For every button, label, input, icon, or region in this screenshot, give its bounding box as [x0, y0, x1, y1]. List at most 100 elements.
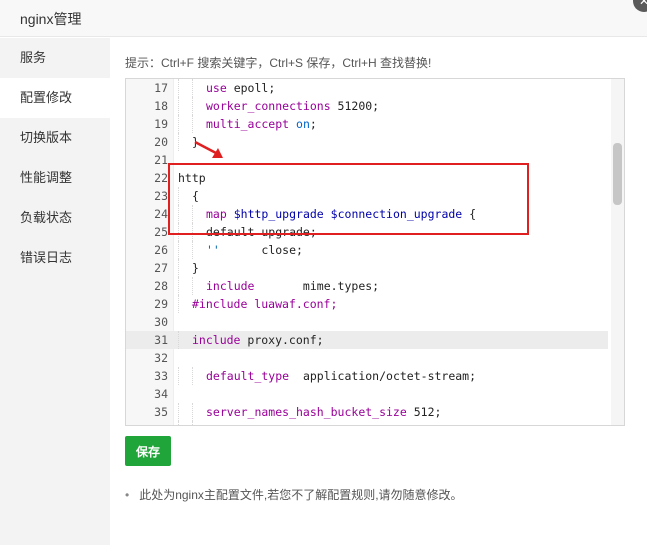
code-line[interactable]: 33 default_type application/octet-stream;: [126, 367, 608, 385]
code-line[interactable]: 36 client_header_buffer_size 32k;: [126, 421, 608, 425]
code-token: multi_accept: [206, 117, 290, 131]
line-number: 19: [154, 117, 168, 131]
line-number: 32: [154, 351, 168, 365]
editor-scrollbar[interactable]: [611, 79, 624, 425]
code-token: include: [206, 279, 255, 293]
line-number: 36: [126, 421, 168, 425]
indent-guide: [192, 241, 206, 259]
code-line[interactable]: 34: [126, 385, 608, 403]
bullet-icon: •: [125, 488, 130, 502]
indent-guide: [178, 79, 192, 97]
config-warning-text: 此处为nginx主配置文件,若您不了解配置规则,请勿随意修改。: [139, 488, 463, 502]
indent-guide: [192, 421, 206, 425]
close-icon[interactable]: ✕: [633, 0, 647, 12]
indent-guide: [178, 97, 192, 115]
line-number: 17: [154, 81, 168, 95]
sidebar-item-load-status[interactable]: 负载状态: [0, 198, 110, 238]
indent-guide: [178, 133, 192, 151]
indent-guide: [178, 295, 192, 313]
code-line[interactable]: 32: [126, 349, 608, 367]
scrollbar-thumb[interactable]: [613, 143, 622, 205]
code-token: ;: [309, 117, 317, 131]
line-number: 26: [154, 243, 168, 257]
sidebar-item-config-edit[interactable]: 配置修改: [0, 78, 110, 118]
line-number: 21: [154, 153, 168, 167]
code-token: 512;: [406, 405, 442, 419]
line-text: '' close;: [178, 241, 303, 259]
window-title: nginx管理: [20, 11, 82, 27]
indent-guide: [178, 259, 192, 277]
indent-guide: [192, 367, 206, 385]
line-number: 24: [154, 207, 168, 221]
line-number: 25: [154, 225, 168, 239]
sidebar-item-switch-version[interactable]: 切换版本: [0, 118, 110, 158]
code-token: use: [206, 81, 227, 95]
shortcut-hint: 提示：Ctrl+F 搜索关键字，Ctrl+S 保存，Ctrl+H 查找替换!: [125, 56, 432, 70]
line-text: default_type application/octet-stream;: [178, 367, 476, 385]
line-number: 33: [154, 369, 168, 383]
line-number: 31: [154, 333, 168, 347]
line-number: 27: [154, 261, 168, 275]
code-lines[interactable]: 17 use epoll; 18 worker_connections 51200; 1…: [126, 79, 608, 425]
line-text: use epoll;: [178, 79, 275, 97]
sidebar-item-error-log[interactable]: 错误日志: [0, 238, 110, 278]
line-text: multi_accept on;: [178, 115, 317, 133]
save-button[interactable]: 保存: [125, 436, 171, 466]
code-token: default_type: [206, 369, 290, 383]
indent-guide: [178, 331, 192, 349]
indent-guide: [178, 421, 192, 425]
config-warning-note: • 此处为nginx主配置文件,若您不了解配置规则,请勿随意修改。: [125, 486, 463, 503]
code-token: include: [192, 333, 241, 347]
code-token: '': [206, 243, 220, 257]
code-token: #include luawaf.conf;: [192, 297, 338, 311]
line-number: 22: [154, 171, 168, 185]
code-line[interactable]: 35 server_names_hash_bucket_size 512;: [126, 403, 608, 421]
indent-guide: [178, 277, 192, 295]
code-token: on: [296, 117, 310, 131]
code-token: }: [192, 261, 199, 275]
sidebar: 服务 配置修改 切换版本 性能调整 负载状态 错误日志: [0, 38, 110, 545]
line-text: #include luawaf.conf;: [178, 295, 337, 313]
indent-guide: [192, 277, 206, 295]
line-number: 28: [154, 279, 168, 293]
code-token: proxy.conf;: [240, 333, 324, 347]
indent-guide: [192, 403, 206, 421]
code-token: 32k;: [379, 423, 414, 425]
code-token: application/octet-stream;: [289, 369, 477, 383]
code-line[interactable]: 30: [126, 313, 608, 331]
line-text: include mime.types;: [178, 277, 379, 295]
code-line[interactable]: 17 use epoll;: [126, 79, 608, 97]
line-text: include proxy.conf;: [178, 331, 324, 349]
code-token: worker_connections: [206, 99, 331, 113]
annotation-arrow-icon: [194, 140, 223, 158]
indent-guide: [192, 97, 206, 115]
line-number: 18: [154, 99, 168, 113]
code-token: mime.types;: [254, 279, 380, 293]
code-token: server_names_hash_bucket_size: [206, 405, 407, 419]
sidebar-item-performance[interactable]: 性能调整: [0, 158, 110, 198]
line-text: worker_connections 51200;: [178, 97, 379, 115]
code-line[interactable]: 18 worker_connections 51200;: [126, 97, 608, 115]
sidebar-item-service[interactable]: 服务: [0, 38, 110, 78]
indent-guide: [192, 79, 206, 97]
indent-guide: [178, 241, 192, 259]
line-text: client_header_buffer_size 32k;: [178, 421, 414, 425]
annotation-highlight-box: [168, 163, 529, 235]
code-line[interactable]: 28 include mime.types;: [126, 277, 608, 295]
code-editor[interactable]: 17 use epoll; 18 worker_connections 51200; 1…: [125, 78, 625, 426]
line-text: }: [178, 259, 199, 277]
indent-guide: [178, 403, 192, 421]
line-number: 35: [154, 405, 168, 419]
line-number: 29: [154, 297, 168, 311]
code-line[interactable]: 19 multi_accept on;: [126, 115, 608, 133]
code-token: client_header_buffer_size: [206, 423, 379, 425]
code-line[interactable]: 26 '' close;: [126, 241, 608, 259]
code-token: close;: [219, 243, 303, 257]
code-line[interactable]: 27}: [126, 259, 608, 277]
main-panel: 提示：Ctrl+F 搜索关键字，Ctrl+S 保存，Ctrl+H 查找替换! 1…: [110, 38, 647, 545]
code-line[interactable]: 31 include proxy.conf;: [126, 331, 608, 349]
line-text: server_names_hash_bucket_size 512;: [178, 403, 441, 421]
code-line[interactable]: 29 #include luawaf.conf;: [126, 295, 608, 313]
code-token: 51200;: [330, 99, 380, 113]
